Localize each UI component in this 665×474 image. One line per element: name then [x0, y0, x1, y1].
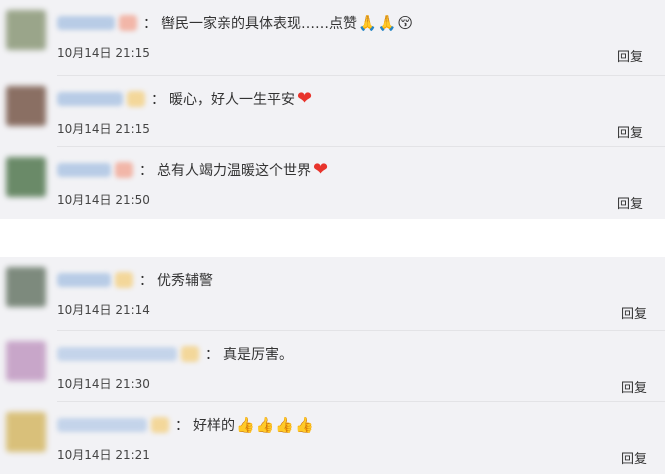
comment-text: 真是厉害。 [223, 347, 293, 363]
comment-line: ： 好样的 👍 👍 👍 👍 [57, 413, 314, 437]
user-avatar[interactable] [6, 412, 46, 452]
comment-time: 10月14日 21:30 [57, 377, 150, 391]
comment-time: 10月14日 21:15 [57, 122, 150, 136]
user-avatar[interactable] [6, 267, 46, 307]
comment-text: 暖心，好人一生平安 [169, 92, 295, 108]
user-badge [115, 162, 133, 178]
user-avatar[interactable] [6, 10, 46, 50]
reply-button[interactable]: 回复 [621, 377, 647, 396]
comment-time: 10月14日 21:50 [57, 193, 150, 207]
thumbs-up-emoji-icon: 👍 [275, 416, 295, 434]
comment-item: ： 辔民一家亲的具体表现……点赞 🙏 🙏 😚 10月14日 21:15 回复 [0, 0, 665, 72]
colon: ： [151, 92, 165, 108]
colon: ： [139, 163, 153, 179]
comment-text: 总有人竭力温暖这个世界 [157, 163, 311, 179]
comment-line: ： 辔民一家亲的具体表现……点赞 🙏 🙏 😚 [57, 11, 413, 35]
comment-item: ： 好样的 👍 👍 👍 👍 10月14日 21:21 回复 [0, 402, 665, 474]
pray-emoji-icon: 🙏 [377, 14, 397, 32]
user-badge [127, 91, 145, 107]
comment-text: 优秀辅警 [157, 273, 213, 289]
user-avatar[interactable] [6, 157, 46, 197]
comment-line: ： 暖心，好人一生平安 ❤ [57, 87, 312, 111]
comment-item: ： 暖心，好人一生平安 ❤ 10月14日 21:15 回复 [0, 76, 665, 148]
reply-button[interactable]: 回复 [617, 122, 643, 141]
comment-group-bottom: ： 优秀辅警 10月14日 21:14 回复 ： 真是厉害。 10月14日 21… [0, 257, 665, 474]
user-badge [181, 346, 199, 362]
comment-item: ： 真是厉害。 10月14日 21:30 回复 [0, 331, 665, 403]
thumbs-up-emoji-icon: 👍 [295, 416, 314, 434]
username-blurred[interactable] [57, 418, 147, 432]
user-avatar[interactable] [6, 86, 46, 126]
colon: ： [143, 16, 157, 32]
user-badge [151, 417, 169, 433]
username-blurred[interactable] [57, 92, 123, 106]
username-blurred[interactable] [57, 16, 115, 30]
comment-time: 10月14日 21:21 [57, 448, 150, 462]
kissing-face-emoji-icon: 😚 [397, 14, 414, 32]
thumbs-up-emoji-icon: 👍 [236, 416, 255, 434]
user-badge [119, 15, 137, 31]
comment-item: ： 总有人竭力温暖这个世界 ❤ 10月14日 21:50 回复 [0, 147, 665, 219]
username-blurred[interactable] [57, 163, 111, 177]
comment-group-top: ： 辔民一家亲的具体表现……点赞 🙏 🙏 😚 10月14日 21:15 回复 ：… [0, 0, 665, 219]
user-avatar[interactable] [6, 341, 46, 381]
comment-line: ： 总有人竭力温暖这个世界 ❤ [57, 158, 328, 182]
comment-line: ： 优秀辅警 [57, 268, 213, 292]
comment-line: ： 真是厉害。 [57, 342, 293, 366]
heart-emoji-icon: ❤ [313, 159, 329, 180]
comment-text: 好样的 [193, 418, 235, 434]
colon: ： [139, 273, 153, 289]
comment-time: 10月14日 21:15 [57, 46, 150, 60]
colon: ： [175, 418, 189, 434]
pray-emoji-icon: 🙏 [358, 14, 377, 32]
colon: ： [205, 347, 219, 363]
comment-time: 10月14日 21:14 [57, 303, 150, 317]
reply-button[interactable]: 回复 [617, 46, 643, 65]
username-blurred[interactable] [57, 273, 111, 287]
comment-item: ： 优秀辅警 10月14日 21:14 回复 [0, 257, 665, 329]
comment-text: 辔民一家亲的具体表现……点赞 [161, 16, 357, 32]
username-blurred[interactable] [57, 347, 177, 361]
reply-button[interactable]: 回复 [617, 193, 643, 212]
user-badge [115, 272, 133, 288]
heart-emoji-icon: ❤ [297, 88, 313, 109]
reply-button[interactable]: 回复 [621, 303, 647, 322]
reply-button[interactable]: 回复 [621, 448, 647, 467]
thumbs-up-emoji-icon: 👍 [255, 416, 275, 434]
